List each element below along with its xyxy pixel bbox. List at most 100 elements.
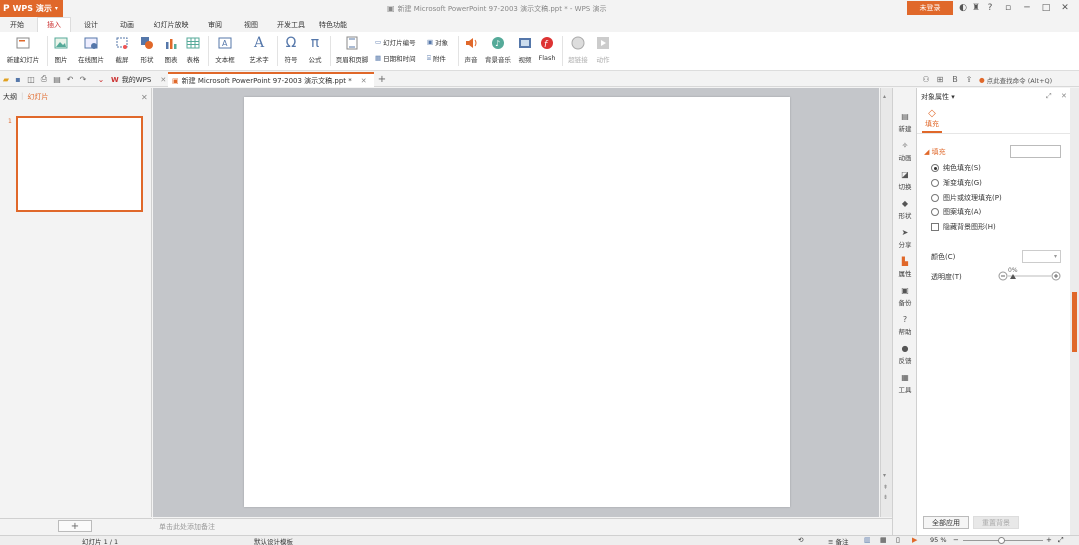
radio-picture-fill[interactable]: 图片或纹理填充(P): [931, 192, 1002, 204]
radio-button[interactable]: [931, 208, 939, 216]
header-footer-button[interactable]: 页眉和页脚: [332, 33, 372, 69]
notes-input[interactable]: 单击此处添加备注: [153, 518, 892, 535]
vertical-scrollbar[interactable]: [880, 88, 892, 517]
side-tab-tools[interactable]: ▦ 工具: [893, 369, 917, 397]
online-picture-button[interactable]: 在线图片: [76, 33, 106, 69]
command-search[interactable]: ● 点此查找命令 (Alt+Q): [979, 74, 1052, 86]
wordart-button[interactable]: A 艺术字: [245, 33, 273, 69]
scroll-down-icon[interactable]: ▾: [883, 472, 886, 479]
template-name[interactable]: 默认设计模板: [254, 536, 293, 545]
next-slide-icon[interactable]: ⇟: [883, 494, 888, 501]
reading-view-icon[interactable]: ▯: [896, 536, 900, 544]
radio-button[interactable]: [931, 194, 939, 202]
export-pdf-icon[interactable]: ▤: [52, 74, 62, 84]
zoom-out-icon[interactable]: −: [953, 536, 959, 544]
fill-preview-box[interactable]: [1010, 145, 1061, 158]
close-panel-icon[interactable]: ✕: [1061, 92, 1067, 100]
symbol-button[interactable]: Ω 符号: [280, 33, 302, 69]
share-icon[interactable]: ⇪: [964, 74, 974, 84]
side-tab-backup[interactable]: ▣ 备份: [893, 282, 917, 310]
slide-number-button[interactable]: ▭ 幻灯片编号: [375, 36, 416, 48]
minimize-icon[interactable]: ─: [1021, 2, 1033, 14]
notes-toggle[interactable]: ≡ 备注: [828, 536, 849, 545]
side-tab-transition[interactable]: ◪ 切换: [893, 166, 917, 194]
video-button[interactable]: 视频: [516, 33, 534, 69]
zoom-level[interactable]: 95 %: [930, 536, 947, 544]
skin-icon[interactable]: ◐: [957, 2, 969, 14]
panel-resize-handle[interactable]: [1072, 292, 1077, 352]
tab-design[interactable]: 设计: [78, 17, 104, 32]
slide[interactable]: [244, 97, 790, 507]
normal-view-icon[interactable]: ▥: [864, 536, 871, 544]
new-tab-icon[interactable]: +: [377, 74, 387, 85]
shape-button[interactable]: 形状: [136, 33, 158, 69]
tab-view[interactable]: 视图: [238, 17, 264, 32]
tab-features[interactable]: 特色功能: [316, 17, 350, 32]
radio-solid-fill[interactable]: 纯色填充(S): [931, 162, 981, 174]
dock-icon[interactable]: ⤢: [1046, 92, 1052, 101]
print-icon[interactable]: ⎙: [39, 74, 49, 84]
screenshot-button[interactable]: 截屏: [110, 33, 134, 69]
close-tab-icon[interactable]: ✕: [160, 76, 166, 84]
open-folder-icon[interactable]: ▰: [1, 74, 11, 84]
fit-window-icon[interactable]: ⤢: [1058, 536, 1064, 545]
panel-title[interactable]: 对象属性 ▾: [921, 92, 955, 102]
side-tab-share[interactable]: ➤ 分享: [893, 224, 917, 252]
datetime-button[interactable]: ▦ 日期和时间: [375, 52, 416, 64]
slide-thumbnail[interactable]: [16, 116, 143, 212]
shirt-icon[interactable]: ♜: [970, 2, 982, 14]
radio-button[interactable]: [931, 179, 939, 187]
new-slide-button[interactable]: 新建幻灯片: [2, 33, 44, 69]
tab-insert[interactable]: 插入: [37, 17, 71, 32]
tab-outline[interactable]: 大纲: [3, 92, 17, 104]
tab-home[interactable]: 开始: [3, 17, 31, 32]
save-icon[interactable]: ▪: [13, 74, 23, 84]
add-slide-button[interactable]: +: [58, 520, 92, 532]
spellcheck-icon[interactable]: ⟲: [798, 536, 803, 544]
print-preview-icon[interactable]: ◫: [26, 74, 36, 84]
grid-icon[interactable]: ⊞: [935, 74, 945, 84]
radio-pattern-fill[interactable]: 图案填充(A): [931, 206, 981, 218]
fill-section-header[interactable]: ◢ 填充: [924, 147, 946, 157]
zoom-slider-thumb[interactable]: [998, 537, 1005, 544]
close-tab-icon[interactable]: ✕: [361, 77, 367, 85]
picture-button[interactable]: 图片: [50, 33, 72, 69]
close-icon[interactable]: ✕: [1059, 2, 1071, 14]
fill-tab[interactable]: ◇ 填充: [922, 107, 942, 133]
checkbox[interactable]: [931, 223, 939, 231]
redo-icon[interactable]: ↷: [78, 74, 88, 84]
color-dropdown[interactable]: ▾: [1022, 250, 1061, 263]
apply-all-button[interactable]: 全部应用: [923, 516, 969, 529]
side-tab-help[interactable]: ? 帮助: [893, 311, 917, 339]
sound-button[interactable]: 声音: [461, 33, 481, 69]
attachment-button[interactable]: ⌸ 附件: [427, 52, 446, 64]
table-button[interactable]: 表格: [182, 33, 204, 69]
side-tab-feedback[interactable]: ● 反馈: [893, 340, 917, 368]
hyperlink-button[interactable]: 超链接: [566, 33, 590, 69]
maximize-icon[interactable]: □: [1040, 2, 1052, 14]
wps-app-menu-button[interactable]: P WPS 演示 ▾: [0, 0, 63, 17]
help-icon[interactable]: ?: [984, 2, 996, 14]
formula-button[interactable]: π 公式: [305, 33, 325, 69]
tab-slideshow[interactable]: 幻灯片放映: [150, 17, 192, 32]
radio-button[interactable]: [931, 164, 939, 172]
bold-b-icon[interactable]: B: [950, 74, 960, 84]
chart-button[interactable]: 图表: [162, 33, 180, 69]
side-tab-new[interactable]: ▤ 新建: [893, 108, 917, 136]
textbox-button[interactable]: A 文本框: [211, 33, 239, 69]
user-icon[interactable]: ⚇: [921, 74, 931, 84]
action-button[interactable]: 动作: [593, 33, 613, 69]
tab-review[interactable]: 审阅: [202, 17, 228, 32]
hide-bg-checkbox[interactable]: 隐藏背景图形(H): [931, 221, 996, 233]
side-tab-animation[interactable]: ✧ 动画: [893, 137, 917, 165]
zoom-in-icon[interactable]: +: [1046, 536, 1052, 544]
slideshow-play-icon[interactable]: ▶: [912, 536, 917, 544]
side-tab-properties[interactable]: ▙ 属性: [893, 253, 917, 281]
flash-button[interactable]: f Flash: [537, 33, 557, 69]
tab-my-wps[interactable]: W 我的WPS ✕: [107, 72, 170, 87]
login-button[interactable]: 未登录: [907, 1, 953, 15]
minimize-ribbon-icon[interactable]: ▫: [1002, 2, 1014, 14]
undo-icon[interactable]: ↶: [65, 74, 75, 84]
side-tab-shape[interactable]: ◆ 形状: [893, 195, 917, 223]
radio-gradient-fill[interactable]: 渐变填充(G): [931, 177, 982, 189]
